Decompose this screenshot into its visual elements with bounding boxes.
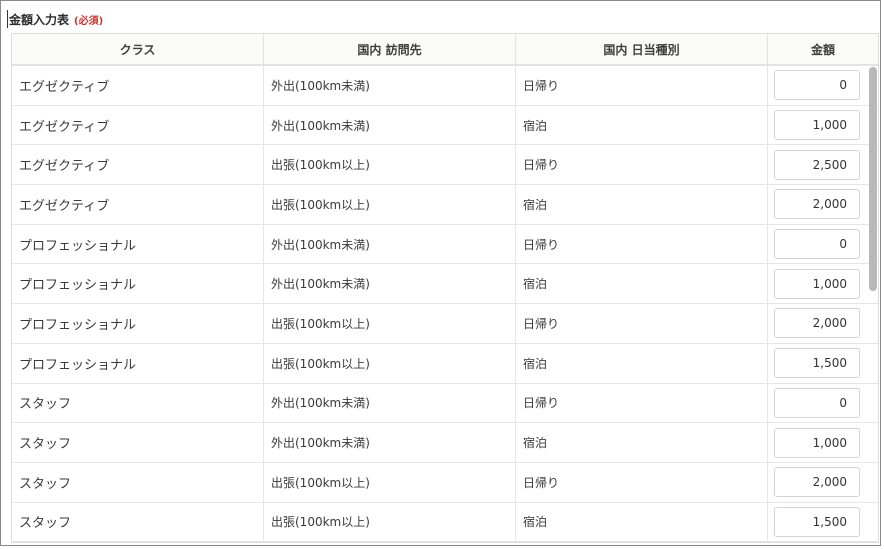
amount-input[interactable]: [774, 110, 860, 141]
cell-allowance-type: 宿泊: [516, 264, 768, 304]
table-row: プロフェッショナル 外出(100km未満) 宿泊: [12, 264, 878, 305]
cell-class: エグゼクティブ: [12, 66, 264, 105]
cell-amount: [768, 145, 878, 184]
cell-class: プロフェッショナル: [12, 343, 264, 383]
cell-destination: 外出(100km未満): [264, 423, 516, 462]
amount-input[interactable]: [774, 427, 860, 458]
amount-input[interactable]: [774, 229, 860, 260]
cell-destination: 出張(100km以上): [264, 462, 516, 502]
cell-amount: [768, 264, 878, 303]
table-row: エグゼクティブ 外出(100km未満) 宿泊: [12, 105, 878, 146]
amount-input[interactable]: [774, 506, 860, 537]
cell-destination: 外出(100km未満): [264, 264, 516, 304]
cell-destination: 外出(100km未満): [264, 383, 516, 423]
header-class: クラス: [12, 34, 264, 64]
cell-class: スタッフ: [12, 462, 264, 502]
amount-input[interactable]: [774, 268, 860, 299]
cell-allowance-type: 日帰り: [516, 66, 768, 105]
cell-class: エグゼクティブ: [12, 145, 264, 185]
table-header: クラス 国内 訪問先 国内 日当種別 金額: [12, 34, 878, 66]
cell-amount: [768, 384, 878, 423]
cell-allowance-type: 日帰り: [516, 224, 768, 264]
table-row: エグゼクティブ 外出(100km未満) 日帰り: [12, 66, 878, 106]
cell-class: スタッフ: [12, 383, 264, 423]
table-row: スタッフ 外出(100km未満) 日帰り: [12, 383, 878, 424]
header-destination: 国内 訪問先: [264, 34, 516, 64]
amount-input[interactable]: [774, 189, 860, 220]
amount-input[interactable]: [774, 70, 860, 101]
section-title: 金額入力表 (必須): [7, 10, 103, 28]
cell-destination: 外出(100km未満): [264, 224, 516, 264]
cell-amount: [768, 106, 878, 145]
amount-input[interactable]: [774, 467, 860, 498]
cell-amount: [768, 66, 878, 105]
table-row: プロフェッショナル 出張(100km以上) 日帰り: [12, 304, 878, 344]
table-row: スタッフ 外出(100km未満) 宿泊: [12, 423, 878, 463]
section-title-label: 金額入力表: [9, 12, 70, 27]
scrollbar-thumb[interactable]: [869, 67, 877, 291]
table-row: スタッフ 出張(100km以上) 日帰り: [12, 462, 878, 503]
cell-destination: 外出(100km未満): [264, 105, 516, 145]
header-amount: 金額: [810, 42, 835, 57]
table-row: エグゼクティブ 出張(100km以上) 宿泊: [12, 185, 878, 225]
cell-class: プロフェッショナル: [12, 224, 264, 264]
cell-allowance-type: 日帰り: [516, 462, 768, 502]
cell-destination: 出張(100km以上): [264, 304, 516, 343]
amount-input[interactable]: [774, 348, 860, 379]
cell-allowance-type: 日帰り: [516, 145, 768, 185]
cell-amount: [768, 344, 878, 383]
cell-allowance-type: 宿泊: [516, 502, 768, 542]
cell-class: スタッフ: [12, 502, 264, 542]
header-allowance-type: 国内 日当種別: [516, 34, 768, 64]
table-row: エグゼクティブ 出張(100km以上) 日帰り: [12, 145, 878, 186]
cell-class: エグゼクティブ: [12, 185, 264, 224]
cell-amount: [768, 503, 878, 542]
table-row: プロフェッショナル 外出(100km未満) 日帰り: [12, 224, 878, 265]
cell-class: スタッフ: [12, 423, 264, 462]
amount-input[interactable]: [774, 149, 860, 180]
cell-allowance-type: 宿泊: [516, 105, 768, 145]
form-panel: 金額入力表 (必須) クラス 国内 訪問先 国内 日当種別 金額 エグゼクティブ…: [0, 0, 881, 546]
cell-destination: 外出(100km未満): [264, 66, 516, 105]
scrollbar-track[interactable]: [869, 67, 877, 537]
amount-input[interactable]: [774, 387, 860, 418]
cell-amount: [768, 225, 878, 264]
cell-allowance-type: 日帰り: [516, 383, 768, 423]
cell-class: プロフェッショナル: [12, 264, 264, 304]
cell-destination: 出張(100km以上): [264, 502, 516, 542]
cell-amount: [768, 185, 878, 224]
cell-amount: [768, 304, 878, 343]
cell-allowance-type: 宿泊: [516, 343, 768, 383]
cell-class: プロフェッショナル: [12, 304, 264, 343]
cell-destination: 出張(100km以上): [264, 343, 516, 383]
cell-allowance-type: 宿泊: [516, 423, 768, 462]
table-row: スタッフ 出張(100km以上) 宿泊: [12, 502, 878, 542]
cell-amount: [768, 463, 878, 502]
cell-allowance-type: 宿泊: [516, 185, 768, 224]
cell-class: エグゼクティブ: [12, 105, 264, 145]
amount-input[interactable]: [774, 308, 860, 339]
cell-allowance-type: 日帰り: [516, 304, 768, 343]
cell-destination: 出張(100km以上): [264, 145, 516, 185]
table-body: エグゼクティブ外出(100km未満)日帰りエグゼクティブ外出(100km未満)宿…: [12, 66, 878, 542]
required-marker: (必須): [74, 15, 104, 27]
cell-amount: [768, 423, 878, 462]
table-row: プロフェッショナル 出張(100km以上) 宿泊: [12, 343, 878, 384]
amount-table: クラス 国内 訪問先 国内 日当種別 金額 エグゼクティブ 外出(100km未満)…: [11, 33, 879, 543]
cell-destination: 出張(100km以上): [264, 185, 516, 224]
